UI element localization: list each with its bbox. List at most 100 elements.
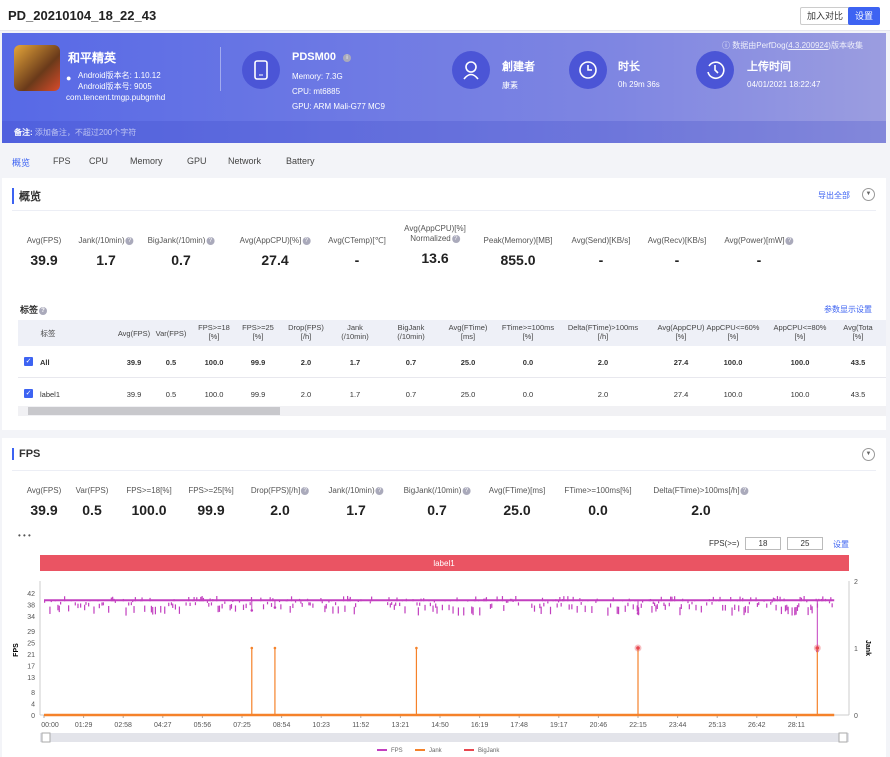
metric: Avg(Send)[KB/s] - (572, 236, 631, 268)
fps-point (612, 597, 614, 602)
jank-point[interactable] (415, 646, 418, 650)
add-compare-button[interactable]: 加入对比 (800, 7, 851, 25)
help-icon[interactable]: ? (125, 236, 134, 245)
help-icon[interactable]: ? (785, 236, 794, 245)
fps-point (485, 597, 488, 602)
fps-point (168, 602, 170, 607)
fps-point (217, 605, 219, 613)
collapse-icon[interactable]: ▼ (862, 188, 875, 201)
help-icon[interactable]: ? (302, 236, 311, 245)
row-checkbox[interactable]: ✓ (24, 389, 33, 398)
fps-point (719, 596, 721, 602)
tab-memory[interactable]: Memory (130, 156, 163, 166)
fps-point (292, 603, 294, 609)
fps-point (84, 604, 86, 611)
creator-value: 康素 (502, 81, 518, 90)
metric-label-text: Jank(/10min) (78, 236, 125, 245)
bigjank-point[interactable] (815, 646, 820, 650)
legend-item[interactable]: FPS (391, 748, 403, 754)
table-row[interactable]: ✓ All 39.9 0.5 100.0 99.9 2.0 1.7 0.7 25.0 0.0 2.0 2… (18, 346, 886, 378)
fps-point (742, 597, 744, 602)
fps-point (218, 605, 221, 612)
tab-overview[interactable]: 概览 (12, 156, 30, 169)
x-tick-label: 04:27 (154, 722, 172, 729)
fps-threshold-2-input[interactable]: 25 (787, 537, 823, 550)
fps-point (80, 603, 82, 608)
x-tick-label: 08:54 (273, 722, 291, 729)
metric-label-text: Avg(Send)[KB/s] (571, 236, 631, 245)
fps-point (691, 601, 693, 605)
version-prefix: 数据由PerfDog( (732, 41, 789, 50)
fps-point (580, 602, 582, 605)
help-icon[interactable]: ? (462, 486, 471, 495)
metric-value: - (354, 252, 360, 268)
column-header: Delta(FTime)>100ms [/h] (563, 323, 643, 341)
user-icon (452, 51, 490, 89)
fps-point (503, 605, 505, 611)
help-icon[interactable]: ? (39, 306, 48, 315)
fps-point (428, 599, 430, 602)
note-field[interactable]: 备注: 添加备注，不超过200个字符 (2, 121, 886, 143)
zoom-slider[interactable] (40, 733, 849, 742)
fps-point (224, 601, 226, 604)
tab-fps[interactable]: FPS (53, 156, 71, 166)
tab-gpu[interactable]: GPU (187, 156, 207, 166)
fps-point (706, 602, 708, 606)
table-scrollbar[interactable] (18, 406, 886, 416)
fps-dip-point (636, 612, 640, 615)
version-link[interactable]: 4.3.200924 (788, 41, 828, 50)
metric-value: 0.5 (82, 502, 102, 518)
settings-button[interactable]: 设置 (848, 7, 881, 25)
fps-point (715, 599, 717, 602)
export-all-link[interactable]: 导出全部 (818, 190, 850, 201)
fps-point (132, 600, 134, 603)
fps-point (780, 606, 783, 615)
bigjank-point[interactable] (636, 646, 640, 650)
fps-point (140, 599, 142, 602)
tab-battery[interactable]: Battery (286, 156, 315, 166)
scrollbar-thumb[interactable] (28, 407, 280, 415)
overview-title: 概览 (12, 188, 41, 204)
note-placeholder[interactable]: 添加备注，不超过200个字符 (35, 128, 136, 137)
x-tick-label: 22:15 (629, 722, 647, 729)
help-icon[interactable]: ? (206, 236, 215, 245)
fps-point (404, 606, 406, 614)
metric: BigJank(/10min)? 0.7 (404, 486, 471, 518)
column-header-line2: [%] (852, 332, 864, 341)
zoom-handle-right[interactable] (838, 732, 848, 743)
fps-point (555, 599, 557, 602)
info-icon[interactable]: i (343, 54, 351, 62)
more-icon[interactable]: • • • (18, 531, 31, 540)
history-icon (696, 51, 734, 89)
apply-threshold-button[interactable]: 设置 (833, 539, 849, 550)
zoom-handle-left[interactable] (41, 732, 51, 743)
fps-point (688, 604, 690, 610)
duration-value: 0h 29m 36s (618, 80, 660, 89)
upload-time-label: 上传时间 (747, 61, 791, 73)
metric: Peak(Memory)[MB] 855.0 (484, 236, 553, 268)
jank-point[interactable] (273, 646, 277, 650)
tab-cpu[interactable]: CPU (89, 156, 108, 166)
fps-point (234, 605, 237, 612)
metric: Avg(Power)[mW]? - (724, 236, 794, 268)
param-settings-link[interactable]: 参数显示设置 (824, 304, 872, 315)
help-icon[interactable]: ? (740, 486, 749, 495)
fps-point (799, 596, 801, 602)
fps-point (436, 606, 438, 614)
jank-point[interactable] (250, 646, 254, 650)
fps-threshold-1-input[interactable]: 18 (745, 537, 781, 550)
top-bar: PD_20210104_18_22_43 加入对比 设置 (0, 0, 890, 31)
fps-point (787, 606, 789, 615)
android-icon: ● (66, 73, 72, 83)
collapse-icon[interactable]: ▼ (862, 448, 875, 461)
help-icon[interactable]: ? (375, 486, 384, 495)
column-header-line1: 标签 (40, 329, 56, 338)
tab-network[interactable]: Network (228, 156, 261, 166)
fps-point (616, 606, 618, 614)
legend-item[interactable]: BigJank (478, 748, 500, 754)
legend-item[interactable]: Jank (429, 748, 443, 754)
fps-point (552, 599, 554, 602)
help-icon[interactable]: ? (301, 486, 310, 495)
row-checkbox[interactable]: ✓ (24, 357, 33, 366)
help-icon[interactable]: ? (451, 234, 460, 243)
